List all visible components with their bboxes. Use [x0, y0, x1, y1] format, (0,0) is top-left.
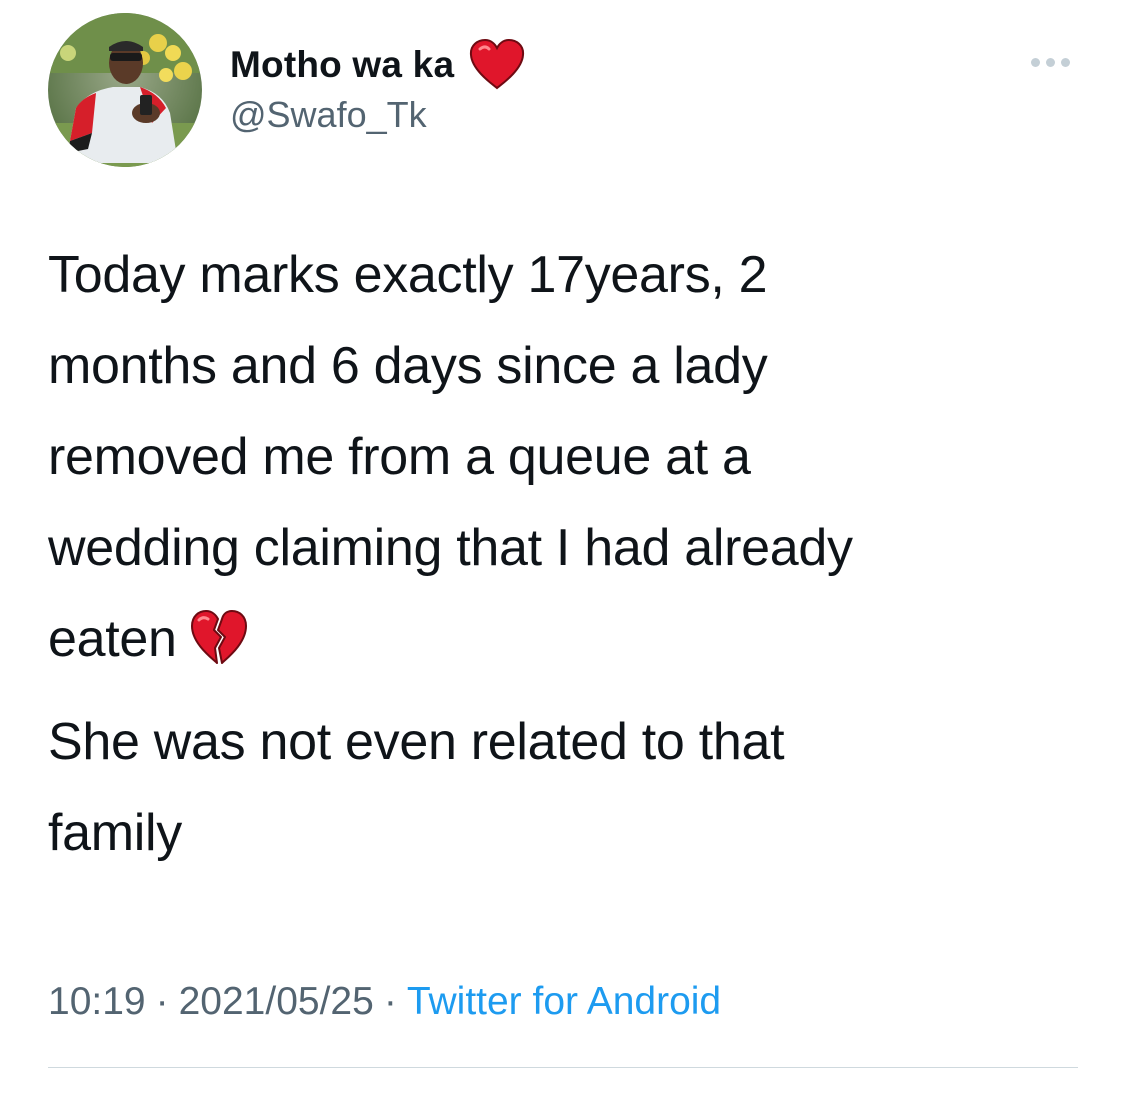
divider [48, 1067, 1078, 1068]
display-name: Motho wa ka [230, 44, 455, 85]
profile-photo-avatar [48, 13, 202, 167]
tweet-source-link[interactable]: Twitter for Android [407, 980, 721, 1023]
tweet-meta: 10:19 · 2021/05/25 · Twitter for Android [48, 980, 721, 1024]
avatar[interactable] [48, 13, 202, 167]
tweet-paragraph: She was not even related to that family [48, 713, 785, 862]
more-options-button[interactable] [1022, 48, 1078, 76]
tweet-text: Today marks exactly 17years, 2 months an… [48, 230, 1088, 879]
red-heart-icon [470, 39, 525, 90]
display-name-row[interactable]: Motho wa ka [230, 38, 526, 92]
tweet-time[interactable]: 10:19 [48, 980, 146, 1023]
tweet-paragraph: Today marks exactly 17years, 2 months an… [48, 230, 1088, 685]
user-handle[interactable]: @Swafo_Tk [230, 94, 427, 136]
tweet-date[interactable]: 2021/05/25 [179, 980, 374, 1023]
tweet-paragraph-text: Today marks exactly 17years, 2 months an… [48, 246, 853, 668]
more-horizontal-icon [1060, 57, 1070, 67]
more-horizontal-icon [1045, 57, 1055, 67]
meta-separator: · [383, 980, 397, 1023]
broken-heart-icon [190, 610, 247, 664]
more-horizontal-icon [1030, 57, 1040, 67]
meta-separator: · [155, 980, 169, 1023]
